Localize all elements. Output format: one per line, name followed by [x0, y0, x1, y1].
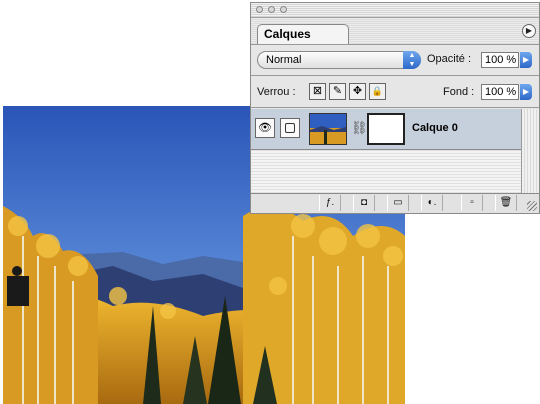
brush-lock-icon[interactable]: ✎	[329, 83, 346, 100]
new-set-icon[interactable]: ▭	[387, 195, 409, 211]
minimize-button[interactable]	[268, 6, 275, 13]
chevron-updown-icon: ▲ ▼	[403, 51, 421, 69]
adjustment-layer-icon[interactable]: ◐.	[421, 195, 443, 211]
lock-label: Verrou :	[257, 86, 296, 98]
layers-list: 👁 ⛓ Calque 0	[251, 109, 521, 193]
tab-layers[interactable]: Calques	[257, 24, 349, 44]
eye-icon[interactable]: 👁	[255, 118, 275, 138]
fill-slider-arrow-icon[interactable]: ▶	[520, 84, 532, 100]
fill-field[interactable]: 100 %	[481, 84, 519, 100]
lock-fill-row: Verrou : ⊠ ✎ ✥ 🔒 Fond : 100 % ▶	[251, 79, 539, 105]
add-mask-icon[interactable]: ◘	[353, 195, 375, 211]
blend-mode-value: Normal	[266, 54, 302, 66]
palette-tab-row: Calques ▶	[251, 18, 539, 45]
layer-style-icon[interactable]: ƒ.	[319, 195, 341, 211]
new-layer-icon[interactable]: ▫	[461, 195, 483, 211]
move-lock-icon[interactable]: ✥	[349, 83, 366, 100]
fill-label: Fond :	[443, 86, 475, 98]
transparency-lock-icon[interactable]: ⊠	[309, 83, 326, 100]
layers-palette: Calques ▶ Normal ▲ ▼ Opacité : 100 % ▶ Ve…	[250, 2, 540, 214]
divider	[251, 75, 539, 76]
palette-menu-icon[interactable]: ▶	[522, 24, 536, 38]
close-button[interactable]	[256, 6, 263, 13]
trash-icon[interactable]: 🗑	[495, 195, 517, 211]
layer-row[interactable]: 👁 ⛓ Calque 0	[251, 109, 521, 150]
link-icon[interactable]: ⛓	[351, 120, 368, 136]
palette-footer: ƒ. ◘ ▭ ◐. ▫ 🗑	[251, 193, 539, 213]
padlock-icon[interactable]: 🔒	[369, 83, 386, 100]
opacity-field[interactable]: 100 %	[481, 52, 519, 68]
zoom-button[interactable]	[280, 6, 287, 13]
layer-thumbnail[interactable]	[309, 113, 347, 145]
blend-mode-select[interactable]: Normal ▲ ▼	[257, 51, 421, 69]
palette-title-bar[interactable]	[251, 3, 539, 18]
opacity-label: Opacité :	[427, 53, 472, 65]
layers-scrollbar[interactable]	[521, 109, 539, 193]
layer-name[interactable]: Calque 0	[412, 122, 458, 134]
layer-mask-thumbnail[interactable]	[367, 113, 405, 145]
opacity-slider-arrow-icon[interactable]: ▶	[520, 52, 532, 68]
resize-grip-icon[interactable]	[527, 201, 537, 211]
mask-edit-icon[interactable]	[280, 118, 300, 138]
blend-opacity-row: Normal ▲ ▼ Opacité : 100 % ▶	[251, 46, 539, 74]
divider	[251, 107, 539, 108]
